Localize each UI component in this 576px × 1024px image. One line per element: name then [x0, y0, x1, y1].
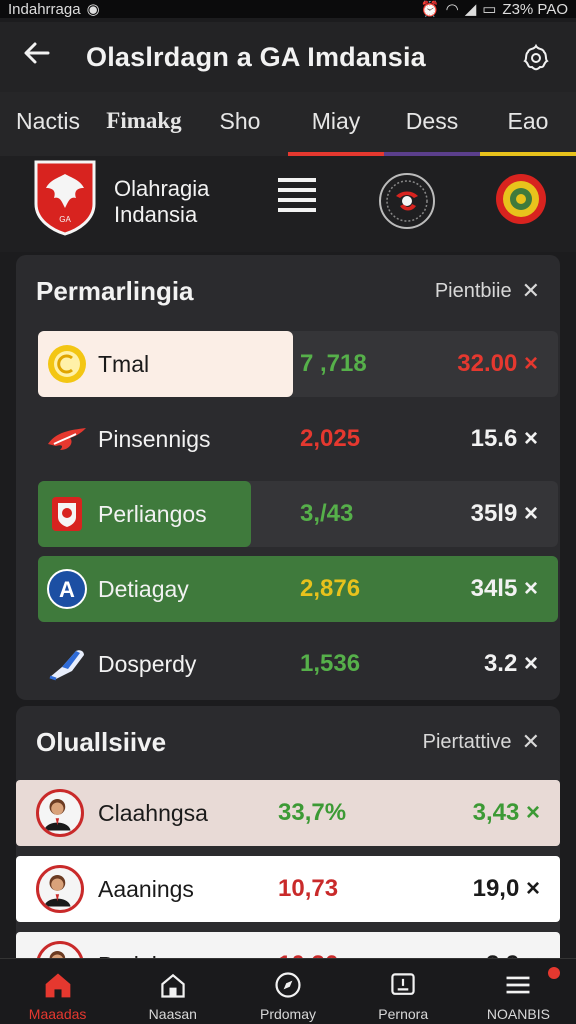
- wifi-icon: ◠: [445, 1, 459, 18]
- arrow-left-icon: [24, 42, 50, 64]
- share-button[interactable]: [518, 39, 554, 75]
- list-item[interactable]: Claahngsa 33,7% 3,43 ×: [16, 780, 560, 846]
- avatar: [36, 789, 84, 837]
- row-label: Dosperdy: [98, 650, 197, 677]
- row-label: Detiagay: [98, 575, 189, 602]
- row-value: 3,/43: [300, 500, 354, 527]
- card-action-link[interactable]: Pientbiie: [435, 280, 512, 303]
- nav-item-3[interactable]: Pernora: [346, 959, 461, 1024]
- row-odds: 15.6 ×: [470, 425, 538, 452]
- status-battery-text: Z3% PAO: [502, 0, 568, 18]
- list-item-value: 33,7%: [278, 799, 347, 826]
- card-header: Oluallsiive Piertattive ✕: [16, 706, 560, 778]
- tab-2[interactable]: Sho: [192, 92, 288, 156]
- tab-5[interactable]: Eao: [480, 92, 576, 156]
- crest-icon: [46, 493, 88, 535]
- tab-label: Miay: [311, 108, 361, 134]
- club-badge-icon[interactable]: [378, 172, 436, 230]
- tab-0[interactable]: Nactis: [0, 92, 96, 156]
- home-icon: [41, 968, 75, 1002]
- row-odds: 35l9 ×: [470, 500, 538, 527]
- letter-a-icon: A: [46, 568, 88, 610]
- page-title: Olaslrdagn a GA Imdansia: [86, 41, 426, 72]
- nav-item-2[interactable]: Prdomay: [230, 959, 345, 1024]
- row-value: 2,876: [300, 575, 361, 602]
- alarm-icon: ⏰: [420, 1, 440, 18]
- bottom-nav: Maaadas Naasan Prdomay Pernora NOANBIS: [0, 958, 576, 1024]
- card-title: Permarlingia: [36, 275, 194, 306]
- svg-text:A: A: [59, 577, 75, 602]
- nav-label: Prdomay: [259, 1006, 317, 1022]
- status-bar: Indahrraga ◉ ⏰ ◠ ◢ ▭ Z3% PAO: [0, 0, 576, 18]
- tab-bar: Nactis Fimakg Sho Miay Dess Eao: [0, 92, 576, 156]
- tab-4[interactable]: Dess: [384, 92, 480, 156]
- status-app-icon: ◉: [86, 1, 100, 18]
- tab-label: Nactis: [16, 108, 80, 134]
- card-action-link[interactable]: Piertattive: [423, 731, 512, 754]
- team-name-line1: Olahragia: [114, 176, 210, 201]
- nav-label: NOANBIS: [486, 1006, 550, 1022]
- shoe-icon: [46, 643, 88, 685]
- team-header: GA Olahragia Indansia: [0, 156, 576, 252]
- hamburger-menu-icon[interactable]: [278, 178, 316, 212]
- tab-label: Eao: [507, 108, 549, 134]
- house-outline-icon: [156, 968, 190, 1002]
- battery-icon: ▭: [482, 1, 497, 18]
- status-carrier: Indahrraga: [8, 0, 81, 18]
- row-odds: 34l5 ×: [470, 575, 538, 602]
- nav-label: Maaadas: [28, 1006, 87, 1022]
- table-row[interactable]: Tmal 7 ,718 32.00 ×: [38, 331, 558, 397]
- team-name-line2: Indansia: [114, 202, 198, 227]
- signal-icon: ◢: [464, 1, 477, 18]
- tab-1[interactable]: Fimakg: [96, 92, 192, 156]
- svg-text:GA: GA: [59, 215, 71, 224]
- row-label: Perliangos: [98, 500, 207, 527]
- list-item-label: Aaanings: [98, 875, 194, 902]
- table-row[interactable]: A Detiagay 2,876 34l5 ×: [38, 556, 558, 622]
- avatar: [36, 865, 84, 913]
- team-name: Olahragia Indansia: [114, 176, 264, 228]
- nav-item-4[interactable]: NOANBIS: [461, 959, 576, 1024]
- compass-icon: [271, 968, 305, 1002]
- tab-label: Sho: [219, 108, 261, 134]
- row-value: 1,536: [300, 650, 361, 677]
- share-icon: [523, 43, 549, 71]
- tab-label: Dess: [405, 108, 459, 134]
- app-bar: Olaslrdagn a GA Imdansia: [0, 22, 576, 92]
- team-shield-icon: GA: [34, 160, 96, 236]
- card-title: Oluallsiive: [36, 726, 167, 757]
- list-item-odds: 19,0 ×: [472, 875, 540, 902]
- league-badge-icon[interactable]: [494, 172, 548, 226]
- list-item-odds: 3,43 ×: [472, 799, 540, 826]
- tab-3[interactable]: Miay: [288, 92, 384, 156]
- row-odds: 32.00 ×: [457, 350, 538, 377]
- card-icon: [386, 968, 420, 1002]
- standings-card: Permarlingia Pientbiie ✕ Tmal 7 ,718 32.00…: [16, 255, 560, 700]
- row-label: Pinsennigs: [98, 425, 211, 452]
- close-icon[interactable]: ✕: [522, 278, 540, 304]
- close-icon[interactable]: ✕: [522, 729, 540, 755]
- row-label: Tmal: [98, 350, 150, 377]
- table-row[interactable]: Perliangos 3,/43 35l9 ×: [38, 481, 558, 547]
- list-item[interactable]: Aaanings 10,73 19,0 ×: [16, 856, 560, 922]
- row-odds: 3.2 ×: [483, 650, 538, 677]
- card-header: Permarlingia Pientbiie ✕: [16, 255, 560, 327]
- list-item-label: Claahngsa: [98, 799, 208, 826]
- table-row[interactable]: Pinsennigs 2,025 15.6 ×: [38, 406, 558, 472]
- tab-label: Fimakg: [106, 108, 182, 133]
- nav-item-1[interactable]: Naasan: [115, 959, 230, 1024]
- row-value: 2,025: [300, 425, 361, 452]
- row-value: 7 ,718: [300, 350, 367, 377]
- notification-dot: [548, 967, 561, 979]
- nav-item-0[interactable]: Maaadas: [0, 959, 115, 1024]
- coin-icon: [46, 343, 88, 385]
- back-button[interactable]: [22, 38, 62, 76]
- list-item-value: 10,73: [278, 875, 339, 902]
- table-row[interactable]: Dosperdy 1,536 3.2 ×: [38, 631, 558, 697]
- bird-icon: [46, 418, 88, 460]
- menu-icon: [501, 968, 535, 1002]
- nav-label: Pernora: [378, 1006, 429, 1022]
- nav-label: Naasan: [148, 1006, 197, 1022]
